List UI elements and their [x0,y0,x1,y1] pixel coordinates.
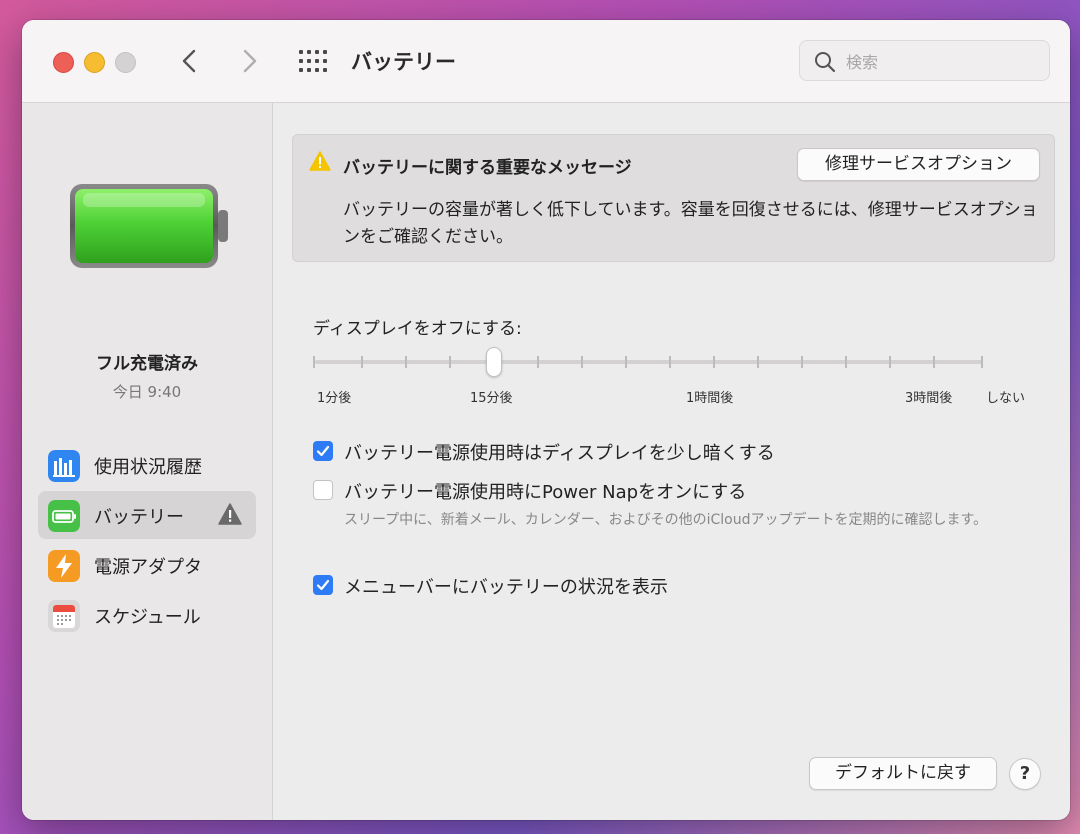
show-all-grid-icon[interactable] [299,50,327,72]
calendar-icon [48,600,80,632]
dim-display-label[interactable]: バッテリー電源使用時はディスプレイを少し暗くする [344,439,775,465]
close-button[interactable] [53,52,74,73]
slider-label-1min: 1分後 [317,391,352,406]
battery-icon [48,500,80,532]
slider-tick [405,356,407,368]
slider-tick [625,356,627,368]
slider-tick [889,356,891,368]
slider-tick [845,356,847,368]
restore-defaults-button[interactable]: デフォルトに戻す [809,757,997,790]
battery-alert-box: バッテリーに関する重要なメッセージ 修理サービスオプション バッテリーの容量が著… [292,134,1055,262]
dim-display-checkbox[interactable] [313,441,333,461]
preferences-window: バッテリー フル充電済み 今日 9:40 [22,20,1070,820]
help-button[interactable]: ? [1009,758,1041,790]
power-nap-checkbox[interactable] [313,480,333,500]
battery-status-time: 今日 9:40 [112,383,182,401]
menubar-battery-checkbox[interactable] [313,575,333,595]
main-pane: バッテリーに関する重要なメッセージ 修理サービスオプション バッテリーの容量が著… [273,103,1070,820]
slider-tick [313,356,315,368]
search-icon [815,52,836,73]
slider-track [315,360,983,364]
battery-full-icon [70,184,228,268]
sidebar-item-label: スケジュール [94,607,201,628]
slider-tick [537,356,539,368]
slider-label-15min: 15分後 [470,391,513,406]
sidebar-item-label: 使用状況履歴 [94,457,202,478]
bar-chart-icon [48,450,80,482]
chevron-left-icon [182,49,196,73]
sidebar-item-battery[interactable]: バッテリー [38,491,256,539]
forward-button[interactable] [234,46,264,76]
slider-tick [801,356,803,368]
alert-title: バッテリーに関する重要なメッセージ [343,158,632,178]
window-title: バッテリー [351,50,456,74]
slider-tick [449,356,451,368]
alert-body: バッテリーの容量が著しく低下しています。容量を回復させるには、修理サービスオプシ… [343,200,1038,247]
sidebar-item-label: バッテリー [94,507,184,528]
lightning-icon [48,550,80,582]
sidebar: フル充電済み 今日 9:40 使用状況履歴 バッテリー 電源アダプタ スケジュー… [22,103,273,820]
slider-tick [933,356,935,368]
checkmark-icon [316,445,330,457]
slider-tick [581,356,583,368]
slider-tick [669,356,671,368]
slider-tick [981,356,983,368]
warning-icon [309,151,331,171]
sidebar-item-label: 電源アダプタ [94,557,202,578]
power-nap-description: スリープ中に、新着メール、カレンダー、およびその他のiCloudアップデートを定… [344,512,988,528]
battery-status: フル充電済み [96,354,198,374]
slider-thumb[interactable] [486,347,502,377]
display-off-label: ディスプレイをオフにする: [313,319,522,339]
search-field[interactable] [799,40,1050,81]
minimize-button[interactable] [84,52,105,73]
slider-label-never: しない [986,391,1026,406]
service-options-button[interactable]: 修理サービスオプション [797,148,1040,181]
search-input[interactable] [844,50,1038,74]
chevron-right-icon [243,49,257,73]
slider-label-1hour: 1時間後 [686,391,734,406]
zoom-button[interactable] [115,52,136,73]
slider-tick [757,356,759,368]
sidebar-item-usage-history[interactable]: 使用状況履歴 [38,441,256,489]
power-nap-label[interactable]: バッテリー電源使用時にPower Napをオンにする [344,478,746,504]
sidebar-item-schedule[interactable]: スケジュール [38,591,256,639]
back-button[interactable] [175,46,205,76]
slider-label-3hours: 3時間後 [905,391,953,406]
titlebar: バッテリー [22,20,1070,103]
checkmark-icon [316,579,330,591]
slider-tick [361,356,363,368]
sidebar-item-power-adapter[interactable]: 電源アダプタ [38,541,256,589]
menubar-battery-label[interactable]: メニューバーにバッテリーの状況を表示 [344,573,668,599]
display-off-slider[interactable] [313,347,985,377]
slider-tick [713,356,715,368]
warning-icon [218,503,242,525]
